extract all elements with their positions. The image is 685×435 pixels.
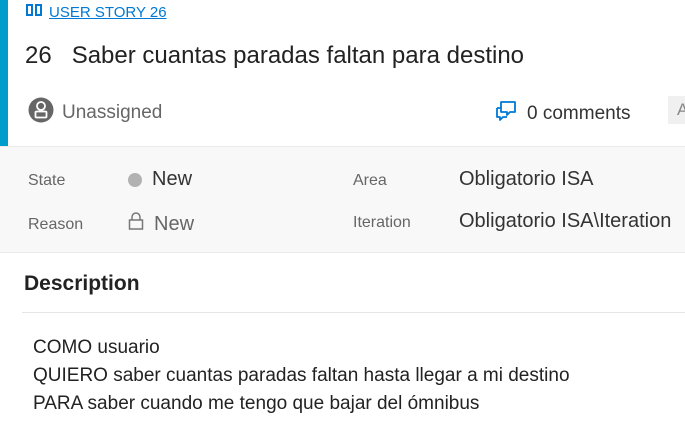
reason-field[interactable]: New xyxy=(128,212,194,236)
description-divider xyxy=(22,312,685,313)
iteration-value[interactable]: Obligatorio ISA\Iteration xyxy=(459,210,671,233)
comments-icon xyxy=(495,100,517,127)
description-editor[interactable]: COMO usuario QUIERO saber cuantas parada… xyxy=(33,334,570,418)
description-line: COMO usuario xyxy=(33,337,160,358)
person-icon xyxy=(28,97,54,128)
fields-panel: State New Reason New Area Obligatorio IS… xyxy=(0,146,685,253)
work-item-title[interactable]: 26 Saber cuantas paradas faltan para des… xyxy=(25,42,524,70)
description-heading: Description xyxy=(24,272,140,295)
status-dot xyxy=(128,172,142,187)
book-icon xyxy=(25,2,43,23)
comments-count[interactable]: 0 comments xyxy=(527,103,630,125)
tag-add-button[interactable]: A xyxy=(668,96,685,124)
comments-link[interactable]: 0 comments xyxy=(495,100,630,127)
lock-icon xyxy=(128,212,144,236)
description-line: PARA saber cuando me tengo que bajar del… xyxy=(33,393,480,414)
user-story-link[interactable]: USER STORY 26 xyxy=(49,4,167,21)
iteration-label: Iteration xyxy=(353,214,411,231)
work-item-id: 26 xyxy=(25,42,52,69)
reason-label: Reason xyxy=(28,216,84,233)
work-item-type-link[interactable]: USER STORY 26 xyxy=(25,2,167,23)
state-value[interactable]: New xyxy=(152,168,192,191)
area-label: Area xyxy=(353,172,387,189)
state-field[interactable]: New xyxy=(128,168,192,191)
assignee-picker[interactable]: Unassigned xyxy=(28,97,162,128)
work-item-color-bar xyxy=(0,0,8,146)
area-value[interactable]: Obligatorio ISA xyxy=(459,168,594,191)
reason-value[interactable]: New xyxy=(154,213,194,236)
work-item-title-text[interactable]: Saber cuantas paradas faltan para destin… xyxy=(72,42,524,70)
assignee-label[interactable]: Unassigned xyxy=(62,102,162,124)
description-line: QUIERO saber cuantas paradas faltan hast… xyxy=(33,365,570,386)
state-label: State xyxy=(28,172,66,189)
